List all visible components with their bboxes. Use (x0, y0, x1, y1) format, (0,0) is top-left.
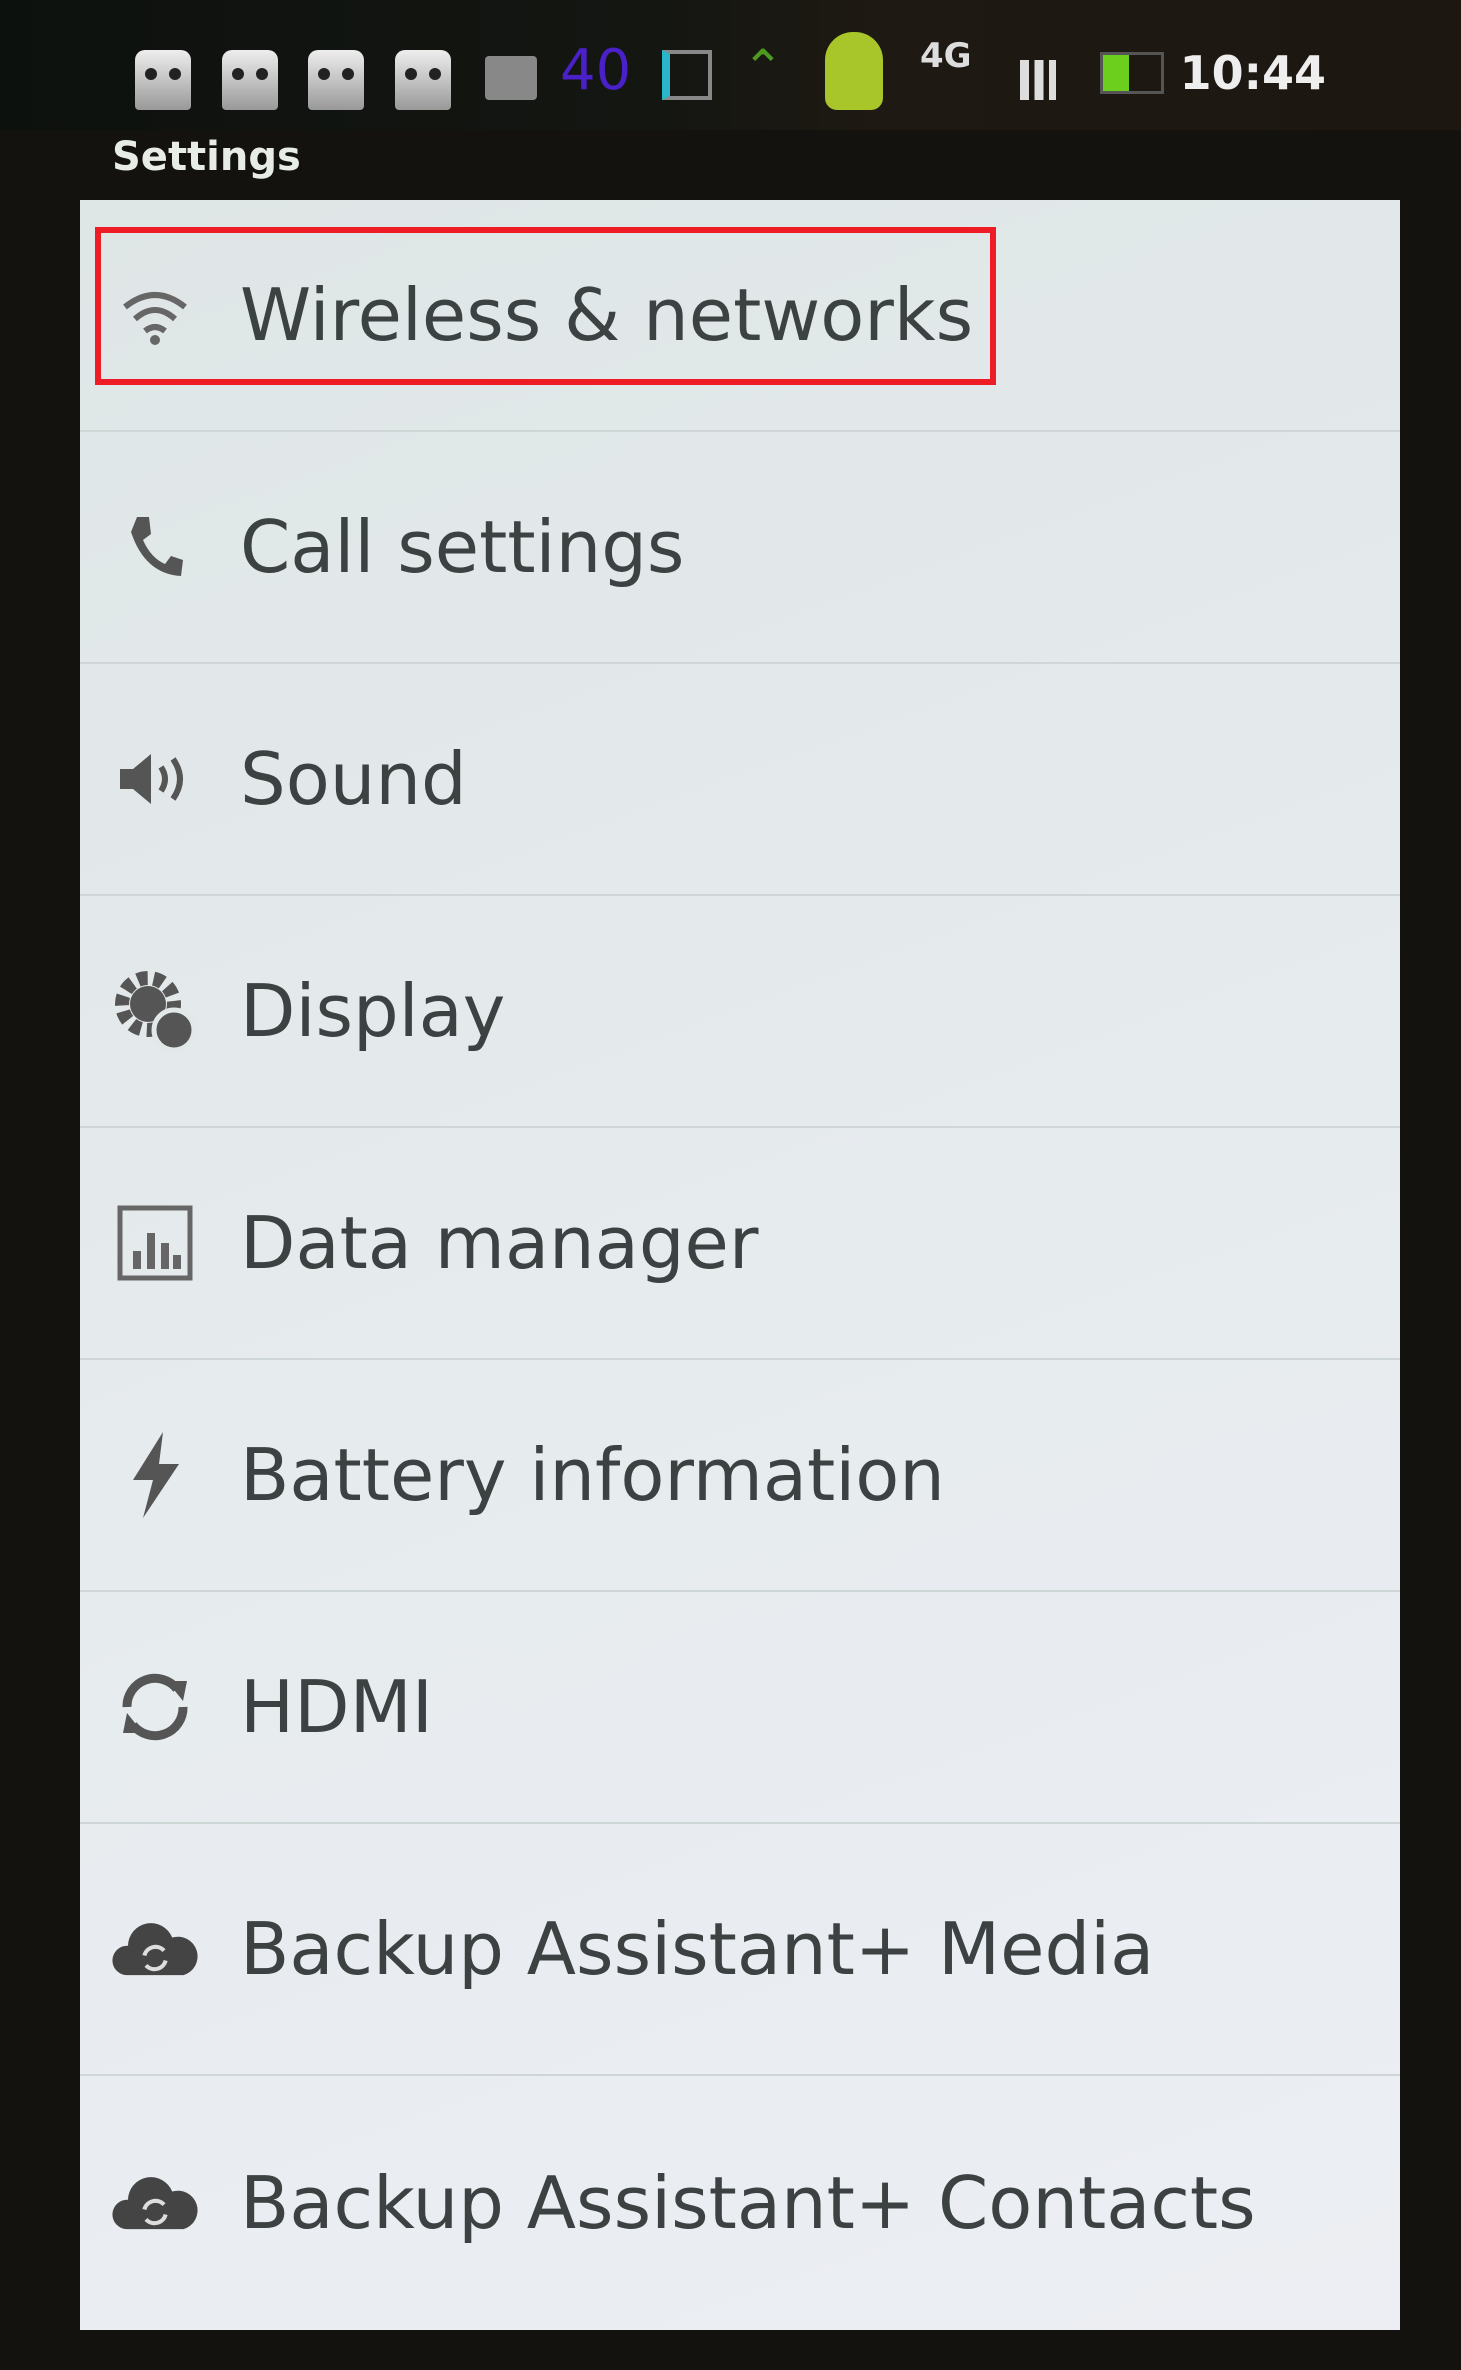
settings-item-label: Display (240, 969, 506, 1053)
cloud-sync-icon (110, 2158, 200, 2248)
gear-display-icon (110, 966, 200, 1056)
calendar-badge-icon: 40 (560, 38, 632, 103)
settings-item-label: Call settings (240, 505, 685, 589)
data-chart-icon (110, 1198, 200, 1288)
settings-item-backup-assistant-contacts[interactable]: Backup Assistant+ Contacts (80, 2076, 1400, 2330)
settings-item-data-manager[interactable]: Data manager (80, 1128, 1400, 1360)
settings-item-display[interactable]: Display (80, 896, 1400, 1128)
status-bar: 40 ⌃ 4G 10:44 Settings (0, 0, 1461, 180)
phone-icon (110, 502, 200, 592)
speaker-icon (110, 734, 200, 824)
owl-notification-icon (308, 50, 364, 110)
4g-data-icon: 4G (920, 36, 972, 76)
owl-notification-icon (395, 50, 451, 110)
highlight-box (95, 227, 996, 385)
settings-list: Wireless & networks Call settings Sound … (80, 200, 1400, 2330)
settings-item-label: Backup Assistant+ Media (240, 1907, 1155, 1991)
cloud-sync-icon (110, 1904, 200, 1994)
sd-card-icon (662, 50, 712, 100)
lightning-icon (110, 1430, 200, 1520)
settings-item-label: Data manager (240, 1201, 759, 1285)
settings-item-label: HDMI (240, 1665, 433, 1749)
settings-item-sound[interactable]: Sound (80, 664, 1400, 896)
sync-arrow-icon: ⌃ (742, 39, 784, 97)
battery-icon (1100, 52, 1164, 94)
page-title: Settings (112, 134, 301, 180)
settings-item-battery-information[interactable]: Battery information (80, 1360, 1400, 1592)
settings-item-label: Sound (240, 737, 467, 821)
sync-icon (110, 1662, 200, 1752)
owl-notification-icon (222, 50, 278, 110)
settings-item-backup-assistant-media[interactable]: Backup Assistant+ Media (80, 1824, 1400, 2076)
settings-item-label: Battery information (240, 1433, 945, 1517)
keyboard-icon (485, 56, 537, 100)
clock: 10:44 (1179, 46, 1326, 100)
settings-item-hdmi[interactable]: HDMI (80, 1592, 1400, 1824)
android-icon (825, 32, 883, 110)
owl-notification-icon (135, 50, 191, 110)
signal-icon (1020, 60, 1056, 100)
settings-item-label: Backup Assistant+ Contacts (240, 2161, 1256, 2245)
settings-item-call-settings[interactable]: Call settings (80, 432, 1400, 664)
